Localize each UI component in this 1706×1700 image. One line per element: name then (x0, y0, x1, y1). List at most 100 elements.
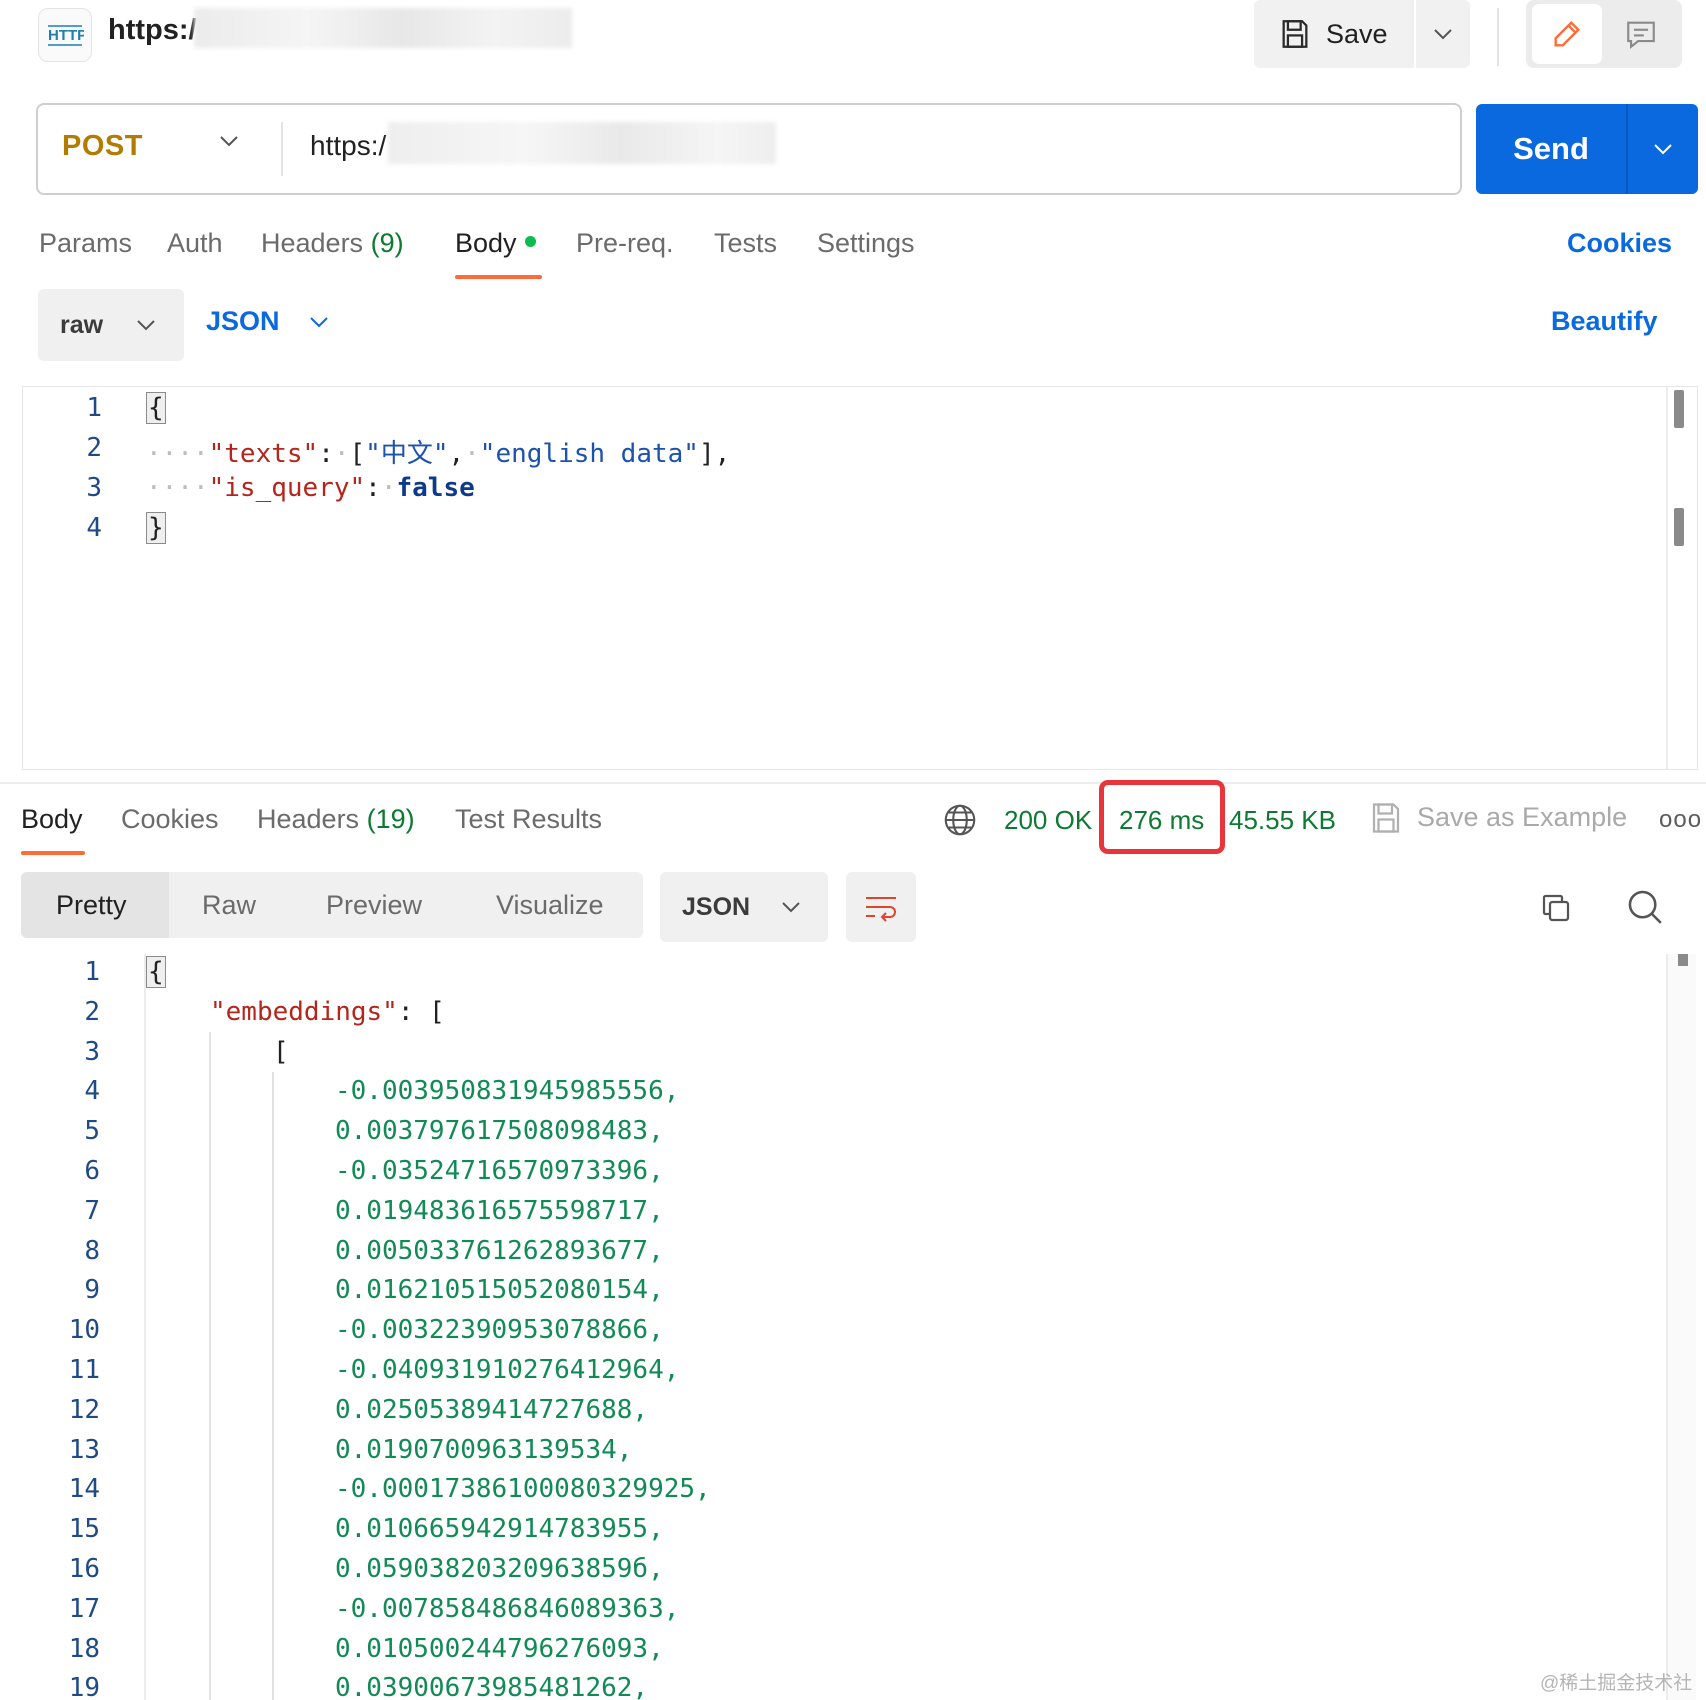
code-line: -0.03524716570973396, (335, 1156, 664, 1186)
line-number: 8 (84, 1236, 100, 1266)
chevron-down-icon[interactable] (218, 134, 240, 153)
code-line: 0.03900673985481262, (335, 1673, 648, 1700)
pencil-icon (1554, 20, 1581, 47)
view-visualize[interactable]: Visualize (496, 890, 604, 921)
globe-icon[interactable] (942, 802, 978, 843)
tab-settings[interactable]: Settings (817, 228, 915, 259)
divider (1497, 8, 1499, 66)
code-line: 0.010500244796276093, (335, 1634, 664, 1664)
code-brace: } (146, 512, 166, 544)
json-number: 0.0190700963139534, (335, 1435, 633, 1465)
divider (281, 122, 283, 176)
tab-body[interactable]: Body (455, 228, 536, 259)
json-number: 0.02505389414727688, (335, 1395, 649, 1425)
code-line: { (146, 956, 166, 988)
save-button[interactable]: Save (1254, 0, 1414, 68)
json-number: -0.007858486846089363, (335, 1594, 680, 1624)
more-options-icon[interactable]: ooo (1659, 806, 1702, 834)
code-line: -0.040931910276412964, (335, 1355, 679, 1385)
url-input[interactable]: https:/ (310, 130, 386, 162)
code-line: -0.007858486846089363, (335, 1594, 679, 1624)
comments-button[interactable] (1606, 4, 1676, 64)
line-number: 15 (68, 1514, 100, 1544)
save-options-button[interactable] (1416, 0, 1470, 68)
tab-label: Body (455, 228, 517, 258)
json-string: "english data" (479, 439, 699, 469)
code-line: ····"is_query":·false (146, 473, 475, 503)
tab-headers[interactable]: Headers (9) (261, 228, 404, 259)
json-key: "embeddings" (210, 997, 398, 1027)
line-number: 6 (84, 1156, 100, 1186)
line-number: 13 (68, 1435, 100, 1465)
code-line: } (146, 512, 166, 544)
body-mode-select[interactable]: raw (38, 289, 184, 361)
cookies-link[interactable]: Cookies (1567, 228, 1672, 259)
response-tab-cookies[interactable]: Cookies (121, 804, 219, 835)
tab-tests[interactable]: Tests (714, 228, 777, 259)
json-key: "is_query" (208, 473, 366, 503)
json-boolean: false (396, 473, 475, 503)
status-code[interactable]: 200 OK (1004, 805, 1092, 836)
save-as-example-button[interactable]: Save as Example (1417, 802, 1627, 833)
save-icon[interactable] (1368, 800, 1404, 841)
code-line: -0.003950831945985556, (335, 1076, 679, 1106)
search-icon[interactable] (1626, 888, 1664, 931)
send-options-button[interactable] (1626, 104, 1698, 194)
json-number: -0.003950831945985556, (335, 1076, 680, 1106)
line-number: 2 (86, 433, 102, 463)
request-title[interactable]: https:/ (108, 14, 197, 47)
watermark: @稀土掘金技术社区 (1540, 1673, 1693, 1694)
line-number: 3 (84, 1037, 100, 1067)
code-line: -0.00322390953078866, (335, 1315, 664, 1345)
view-raw[interactable]: Raw (202, 890, 256, 921)
scrollbar-track[interactable] (1666, 954, 1696, 1700)
code-line: [ (273, 1037, 289, 1067)
tab-params[interactable]: Params (39, 228, 132, 259)
copy-icon[interactable] (1538, 890, 1574, 931)
line-number: 12 (68, 1395, 100, 1425)
code-line: 0.005033761262893677, (335, 1236, 664, 1266)
send-button[interactable]: Send (1476, 104, 1626, 194)
redacted-url-blur (194, 8, 572, 48)
line-number: 10 (68, 1315, 100, 1345)
wrap-lines-button[interactable] (846, 872, 916, 942)
edit-mode-button[interactable] (1532, 4, 1602, 64)
line-number: 9 (84, 1275, 100, 1305)
comment-icon (1627, 21, 1655, 49)
response-format-select[interactable]: JSON (660, 872, 828, 942)
view-pretty[interactable]: Pretty (56, 890, 127, 921)
scrollbar-thumb[interactable] (1678, 954, 1688, 966)
tab-pre-request[interactable]: Pre-req. (576, 228, 674, 259)
response-size[interactable]: 45.55 KB (1229, 805, 1336, 836)
body-format-select[interactable]: JSON (206, 306, 330, 337)
line-number: 4 (84, 1076, 100, 1106)
json-number: 0.003797617508098483, (335, 1116, 664, 1146)
json-number: -0.00017386100080329925, (335, 1474, 711, 1504)
scrollbar-thumb[interactable] (1674, 390, 1684, 428)
json-number: 0.005033761262893677, (335, 1236, 664, 1266)
json-number: -0.03524716570973396, (335, 1156, 664, 1186)
response-tab-body[interactable]: Body (21, 804, 83, 835)
response-tab-test-results[interactable]: Test Results (455, 804, 602, 835)
line-number: 2 (84, 997, 100, 1027)
save-label: Save (1326, 18, 1388, 49)
response-time[interactable]: 276 ms (1119, 805, 1204, 836)
view-preview[interactable]: Preview (326, 890, 422, 921)
chevron-down-icon (782, 902, 800, 913)
line-number: 1 (86, 393, 102, 423)
json-bracket: [ (273, 1037, 289, 1067)
scrollbar-marker (1674, 508, 1684, 546)
line-number: 5 (84, 1116, 100, 1146)
line-number: 14 (68, 1474, 100, 1504)
code-line: 0.003797617508098483, (335, 1116, 664, 1146)
code-line: ····"texts":·["中文",·"english data"], (146, 439, 731, 469)
response-tab-headers[interactable]: Headers (19) (257, 804, 415, 835)
chevron-down-icon (1434, 29, 1452, 40)
method-select[interactable]: POST (62, 130, 143, 163)
chevron-down-icon (309, 316, 328, 327)
tab-auth[interactable]: Auth (167, 228, 223, 259)
json-number: 0.05903820320963859б, (335, 1554, 664, 1584)
code-line: 0.010665942914783955, (335, 1514, 664, 1544)
beautify-button[interactable]: Beautify (1551, 306, 1658, 337)
code-line: 0.016210515052080154, (335, 1275, 664, 1305)
